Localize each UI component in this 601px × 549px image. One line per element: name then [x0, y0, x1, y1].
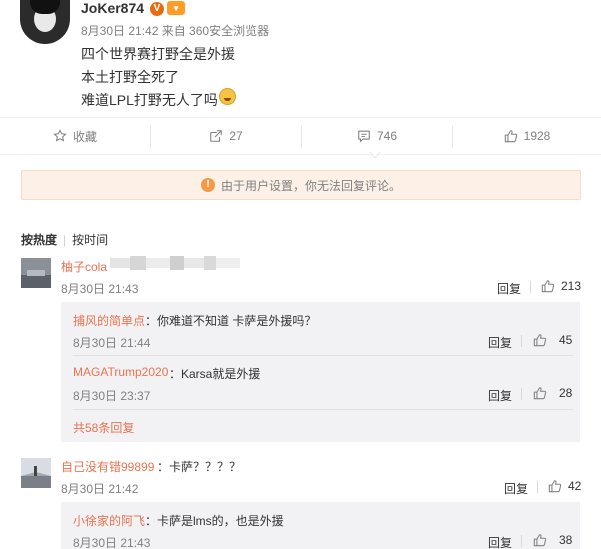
thumbs-up-icon	[533, 387, 547, 400]
sub-reply-like-count: 28	[559, 386, 573, 400]
sub-reply-author[interactable]: MAGATrump2020	[73, 365, 168, 379]
post-text-line-3: 难道LPL打野无人了吗	[81, 92, 218, 108]
sub-reply-time: 8月30日 23:37	[73, 389, 151, 403]
sub-reply-author[interactable]: 小徐家的阿飞	[73, 512, 145, 529]
commenter-name[interactable]: 柚子cola	[61, 258, 107, 275]
sub-reply-like-button[interactable]: 28	[533, 386, 572, 400]
sub-reply-text: ：卡萨是lms的，也是外援	[145, 514, 284, 528]
reply-button[interactable]: 回复	[504, 480, 528, 497]
repost-icon	[210, 130, 223, 142]
thumbs-up-icon	[533, 334, 547, 347]
action-divider	[521, 335, 522, 347]
thumbs-up-icon	[533, 534, 547, 547]
action-divider	[530, 281, 531, 293]
thumbs-up-icon	[504, 130, 517, 143]
sub-reply-like-button[interactable]: 38	[533, 533, 572, 547]
action-divider	[537, 481, 538, 493]
repost-button[interactable]: 27	[151, 118, 301, 154]
sub-reply-like-count: 38	[559, 533, 573, 547]
sort-by-time-tab[interactable]: 按时间	[72, 233, 108, 247]
sub-reply-button[interactable]: 回复	[488, 334, 512, 351]
sub-reply-text: ：Karsa就是外援	[169, 367, 261, 381]
comment-button[interactable]: 746	[302, 118, 452, 154]
more-replies-link[interactable]: 共58条回复	[73, 419, 134, 436]
author-name[interactable]: JoKer874	[81, 0, 144, 16]
commenter-name[interactable]: 自己没有错99899	[61, 458, 154, 475]
vip-badge-icon: ♥	[167, 1, 185, 15]
comment-like-button[interactable]: 42	[548, 479, 581, 493]
notice-text: 由于用户设置，你无法回复评论。	[220, 178, 401, 193]
repost-count: 27	[229, 129, 243, 143]
favorite-label: 收藏	[72, 129, 97, 144]
like-button[interactable]: 1928	[453, 118, 601, 154]
thumbs-up-icon	[548, 480, 562, 493]
action-divider	[521, 388, 522, 400]
sub-reply-button[interactable]: 回复	[488, 387, 512, 404]
comment-icon	[358, 130, 370, 143]
sub-reply-author[interactable]: 捕风的简单点	[73, 312, 145, 329]
comment-count: 746	[376, 129, 398, 143]
warning-icon: !	[200, 178, 215, 192]
verified-badge-icon: V	[150, 2, 164, 16]
sub-reply-time: 8月30日 21:43	[73, 536, 151, 549]
comment-pointer-caret	[370, 152, 380, 158]
post-action-bar: 收藏 27 746 1928	[0, 117, 601, 155]
comment-time: 8月30日 21:42	[61, 482, 139, 496]
sub-reply-text: ：你难道不知道 卡萨是外援吗？	[145, 314, 317, 328]
comment-like-count: 213	[561, 279, 582, 293]
comment-like-button[interactable]: 213	[541, 279, 581, 293]
sub-reply-time: 8月30日 21:44	[73, 336, 151, 350]
favorite-button[interactable]: 收藏	[0, 118, 150, 154]
comment-sort-tabs: 按热度 | 按时间	[21, 231, 108, 248]
reply-button[interactable]: 回复	[497, 280, 521, 297]
sub-reply-divider	[73, 355, 573, 356]
author-avatar[interactable]	[20, 0, 70, 44]
star-icon	[53, 129, 67, 142]
reply-disabled-notice: ! 由于用户设置，你无法回复评论。	[21, 170, 581, 200]
comment-time: 8月30日 21:43	[61, 282, 139, 296]
post-text-line-1: 四个世界赛打野全是外援	[81, 46, 235, 62]
comment-text: ：卡萨？？？？	[157, 460, 242, 474]
avatar-hair	[30, 0, 60, 14]
sub-reply-button[interactable]: 回复	[488, 534, 512, 549]
laugh-cry-emoji-icon	[219, 88, 236, 105]
sort-separator: |	[63, 233, 67, 247]
sub-reply-like-count: 45	[559, 333, 573, 347]
post-text-line-2: 本土打野全死了	[81, 69, 179, 85]
post-meta: 8月30日 21:42 来自 360安全浏览器	[81, 24, 270, 38]
sort-by-hot-tab[interactable]: 按热度	[21, 233, 57, 247]
sub-reply-like-button[interactable]: 45	[533, 333, 572, 347]
action-divider	[521, 535, 522, 547]
weibo-post: JoKer874 V ♥ 8月30日 21:42 来自 360安全浏览器 四个世…	[0, 0, 601, 120]
commenter-avatar[interactable]	[21, 258, 51, 288]
like-count: 1928	[523, 129, 551, 143]
commenter-avatar[interactable]	[21, 458, 51, 488]
sub-reply-divider	[73, 409, 573, 410]
comment-like-count: 42	[568, 479, 582, 493]
blurred-comment-text	[110, 256, 240, 270]
thumbs-up-icon	[541, 280, 555, 293]
